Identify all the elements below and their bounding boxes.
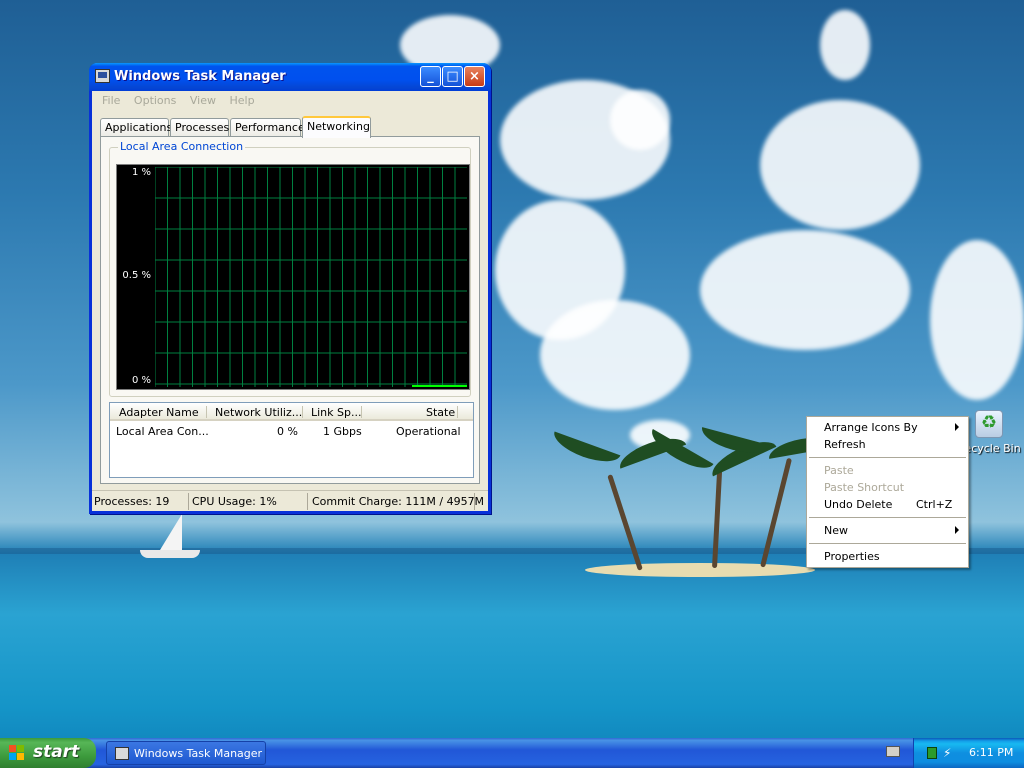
graph-grid bbox=[155, 167, 467, 387]
taskbar: start Windows Task Manager ⚡ 6:11 PM bbox=[0, 738, 1024, 768]
menu-item-label: Paste Shortcut bbox=[824, 481, 905, 494]
status-processes: Processes: 19 bbox=[94, 495, 170, 508]
task-manager-window[interactable]: Windows Task Manager _ □ × File Options … bbox=[89, 63, 491, 514]
menu-item-arrange-icons-by[interactable]: Arrange Icons By bbox=[807, 419, 968, 436]
tab-applications[interactable]: Applications bbox=[100, 118, 172, 137]
column-header-adapter-name[interactable]: Adapter Name bbox=[119, 406, 199, 419]
status-cpu-usage: CPU Usage: 1% bbox=[192, 495, 277, 508]
menu-separator bbox=[809, 517, 966, 518]
graph-title: Local Area Connection bbox=[118, 140, 246, 153]
menu-item-refresh[interactable]: Refresh bbox=[807, 436, 968, 453]
graph-y-label-min: 0 % bbox=[131, 375, 151, 386]
menu-item-label: Refresh bbox=[824, 438, 866, 451]
sailboat bbox=[140, 514, 200, 558]
window-title: Windows Task Manager bbox=[114, 69, 286, 84]
menu-item-properties[interactable]: Properties bbox=[807, 548, 968, 565]
recycle-bin-icon[interactable] bbox=[975, 410, 1003, 438]
taskbar-item-label: Windows Task Manager bbox=[134, 747, 263, 760]
task-manager-icon bbox=[115, 747, 129, 760]
menu-item-label: Paste bbox=[824, 464, 854, 477]
palm-frond bbox=[549, 431, 621, 469]
palm-trunk bbox=[607, 474, 643, 571]
menu-item-label: Undo Delete bbox=[824, 498, 893, 511]
tab-processes[interactable]: Processes bbox=[170, 118, 229, 137]
cloud bbox=[820, 10, 870, 80]
menu-item-shortcut: Ctrl+Z bbox=[916, 498, 953, 511]
menu-item-paste[interactable]: Paste bbox=[807, 462, 968, 479]
menu-file[interactable]: File bbox=[97, 91, 125, 110]
close-button[interactable]: × bbox=[464, 66, 485, 87]
windows-logo-icon bbox=[9, 745, 25, 761]
title-bar[interactable]: Windows Task Manager _ □ × bbox=[89, 63, 491, 91]
network-graph-group: Local Area Connection 1 % 0.5 % 0 % bbox=[109, 140, 471, 397]
menu-item-label: New bbox=[824, 524, 848, 537]
start-button[interactable]: start bbox=[0, 738, 96, 768]
state-cell: Operational bbox=[396, 425, 461, 438]
networking-panel: Local Area Connection 1 % 0.5 % 0 % Adap… bbox=[100, 136, 480, 484]
cloud bbox=[700, 230, 910, 350]
status-commit-charge: Commit Charge: 111M / 4957M bbox=[312, 495, 485, 508]
status-bar: Processes: 19 CPU Usage: 1% Commit Charg… bbox=[92, 490, 488, 511]
menu-options[interactable]: Options bbox=[129, 91, 181, 110]
island bbox=[585, 563, 815, 577]
adapter-list-header: Adapter Name Network Utiliz... Link Sp..… bbox=[110, 403, 473, 421]
column-header-network-utilization[interactable]: Network Utiliz... bbox=[215, 406, 302, 419]
link-speed-cell: 1 Gbps bbox=[323, 425, 362, 438]
menu-item-undo-delete[interactable]: Undo Delete Ctrl+Z bbox=[807, 496, 968, 513]
submenu-arrow-icon bbox=[955, 526, 959, 534]
cloud bbox=[610, 90, 670, 150]
task-manager-icon[interactable] bbox=[95, 69, 110, 83]
desktop-context-menu[interactable]: Arrange Icons By Refresh Paste Paste Sho… bbox=[806, 416, 969, 568]
cloud bbox=[540, 300, 690, 410]
maximize-button[interactable]: □ bbox=[442, 66, 463, 87]
task-manager-tray-icon[interactable] bbox=[927, 747, 937, 759]
menu-view[interactable]: View bbox=[185, 91, 221, 110]
utilization-cell: 0 % bbox=[277, 425, 298, 438]
column-header-state[interactable]: State bbox=[426, 406, 455, 419]
minimize-button[interactable]: _ bbox=[420, 66, 441, 87]
clock[interactable]: 6:11 PM bbox=[969, 746, 1013, 759]
taskbar-item-task-manager[interactable]: Windows Task Manager bbox=[106, 741, 266, 765]
menu-item-paste-shortcut[interactable]: Paste Shortcut bbox=[807, 479, 968, 496]
tab-networking[interactable]: Networking bbox=[302, 116, 371, 138]
menu-separator bbox=[809, 543, 966, 544]
menu-bar: File Options View Help bbox=[97, 91, 487, 111]
system-tray: ⚡ 6:11 PM bbox=[913, 738, 1024, 768]
network-tray-icon[interactable]: ⚡ bbox=[943, 746, 951, 760]
tab-performance[interactable]: Performance bbox=[230, 118, 305, 137]
network-utilization-graph: 1 % 0.5 % 0 % bbox=[116, 164, 470, 390]
graph-y-label-max: 1 % bbox=[131, 167, 151, 178]
keyboard-icon[interactable] bbox=[886, 746, 900, 757]
cloud bbox=[930, 240, 1024, 400]
adapter-list[interactable]: Adapter Name Network Utiliz... Link Sp..… bbox=[109, 402, 474, 478]
menu-item-label: Properties bbox=[824, 550, 880, 563]
start-label: start bbox=[33, 742, 80, 762]
adapter-name-cell: Local Area Con... bbox=[116, 425, 209, 438]
menu-item-new[interactable]: New bbox=[807, 522, 968, 539]
submenu-arrow-icon bbox=[955, 423, 959, 431]
column-header-link-speed[interactable]: Link Sp... bbox=[311, 406, 361, 419]
graph-y-label-mid: 0.5 % bbox=[122, 270, 151, 281]
menu-item-label: Arrange Icons By bbox=[824, 421, 918, 434]
menu-separator bbox=[809, 457, 966, 458]
cloud bbox=[760, 100, 920, 230]
menu-help[interactable]: Help bbox=[224, 91, 259, 110]
